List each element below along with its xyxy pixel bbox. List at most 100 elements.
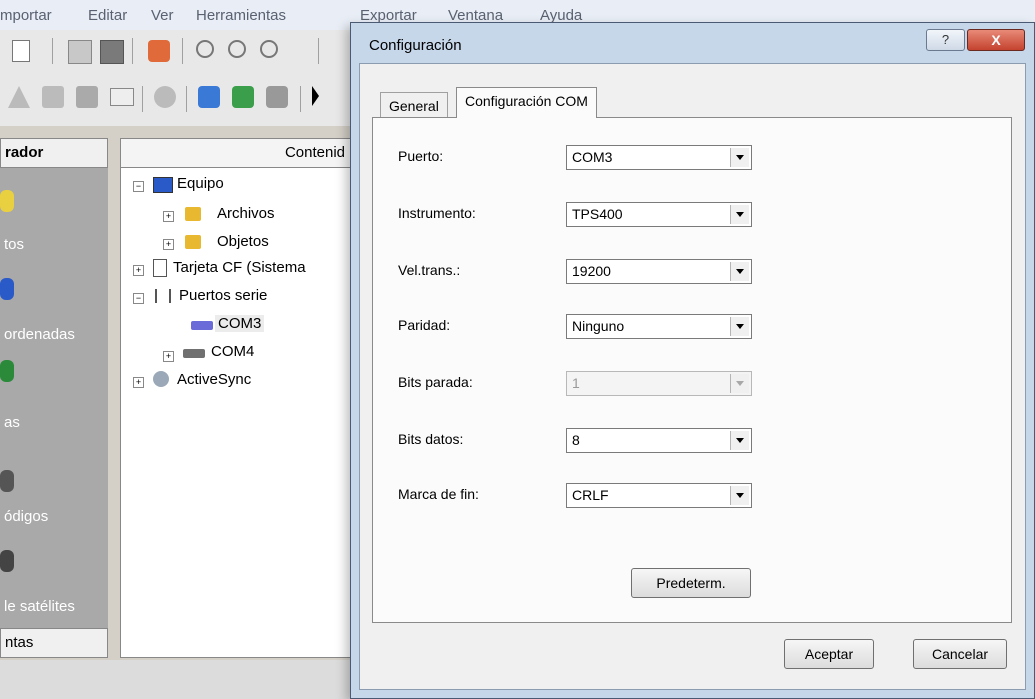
chevron-down-icon[interactable]	[730, 431, 749, 450]
parity-select[interactable]: Ninguno	[566, 314, 752, 339]
chevron-down-icon	[730, 374, 749, 393]
copy-icon[interactable]	[68, 40, 92, 64]
navigator-item[interactable]: ódigos	[4, 508, 48, 525]
pointer-icon[interactable]	[312, 86, 319, 106]
zoom-out-icon[interactable]	[228, 40, 246, 58]
card-icon	[153, 259, 167, 277]
chevron-down-icon[interactable]	[730, 205, 749, 224]
content-header-label: Contenid	[284, 144, 345, 161]
toolbar-separator	[142, 86, 143, 112]
navigator-item[interactable]: le satélites	[4, 598, 75, 615]
expand-toggle[interactable]: +	[163, 211, 174, 222]
tab-general[interactable]: General	[380, 92, 448, 118]
baud-rate-value: 19200	[572, 263, 611, 279]
navigator-icon[interactable]	[0, 190, 14, 212]
dialog-title: Configuración	[369, 37, 462, 54]
tool-icon[interactable]	[148, 40, 170, 62]
menu-herramientas[interactable]: Herramientas	[196, 7, 286, 24]
transfer-icon[interactable]	[198, 86, 220, 108]
navigator-footer-button[interactable]: ntas	[0, 628, 108, 658]
toolbar-separator	[300, 86, 301, 112]
instrument-value: TPS400	[572, 206, 623, 222]
folder-icon	[185, 207, 201, 221]
chevron-down-icon[interactable]	[730, 486, 749, 505]
toolbar-separator	[318, 38, 319, 64]
navigator-icon[interactable]	[0, 360, 14, 382]
zoom-fit-icon[interactable]	[260, 40, 278, 58]
satellite-icon[interactable]	[0, 550, 14, 572]
stop-bits-value: 1	[572, 375, 580, 391]
port-label: Puerto:	[398, 148, 444, 164]
tree-node-com4[interactable]: COM4	[211, 343, 254, 360]
tree-node-tarjeta[interactable]: Tarjeta CF (Sistema	[173, 259, 306, 276]
navigator-footer-label: ntas	[5, 634, 34, 651]
chevron-down-icon[interactable]	[730, 262, 749, 281]
tab-configuracion-com[interactable]: Configuración COM	[456, 87, 597, 118]
close-button[interactable]: X	[967, 29, 1025, 51]
navigator-item[interactable]: ordenadas	[4, 326, 75, 343]
paste-icon[interactable]	[100, 40, 124, 64]
balance-icon[interactable]	[154, 86, 176, 108]
end-mark-value: CRLF	[572, 487, 609, 503]
tree-node-equipo[interactable]: Equipo	[177, 175, 224, 192]
baud-rate-label: Vel.trans.:	[398, 262, 461, 278]
tree-node-archivos[interactable]: Archivos	[217, 205, 275, 222]
data-bits-label: Bits datos:	[398, 431, 464, 447]
tree-node-objetos[interactable]: Objetos	[217, 233, 269, 250]
tree-node-activesync[interactable]: ActiveSync	[177, 371, 251, 388]
navigator-item[interactable]: tos	[4, 236, 24, 253]
default-button[interactable]: Predeterm.	[631, 568, 751, 598]
stop-bits-label: Bits parada:	[398, 374, 473, 390]
object-tool-icon[interactable]	[76, 86, 98, 108]
data-bits-select[interactable]: 8	[566, 428, 752, 453]
expand-toggle[interactable]: +	[163, 351, 174, 362]
configuration-dialog: Configuración ? X General Configuración …	[350, 22, 1035, 699]
data-bits-value: 8	[572, 432, 580, 448]
toolbar-separator	[182, 38, 183, 64]
sync-icon	[153, 371, 169, 387]
menu-importar[interactable]: mportar	[0, 7, 52, 24]
export-icon[interactable]	[266, 86, 288, 108]
expand-toggle[interactable]: +	[133, 265, 144, 276]
import-icon[interactable]	[232, 86, 254, 108]
port-icon	[183, 349, 205, 358]
end-mark-label: Marca de fin:	[398, 486, 479, 502]
end-mark-select[interactable]: CRLF	[566, 483, 752, 508]
tree-node-puertos-serie[interactable]: Puertos serie	[179, 287, 267, 304]
parity-value: Ninguno	[572, 318, 625, 334]
stop-bits-select: 1	[566, 371, 752, 396]
collapse-toggle[interactable]: −	[133, 293, 144, 304]
zoom-in-icon[interactable]	[196, 40, 214, 58]
dialog-client-area: General Configuración COM Puerto: COM3 I…	[359, 63, 1026, 690]
navigator-header: rador	[0, 138, 108, 168]
triangle-tool-icon[interactable]	[8, 86, 30, 108]
navigator-icon[interactable]	[0, 470, 14, 492]
folder-icon	[185, 235, 201, 249]
shape-tool-icon[interactable]	[42, 86, 64, 108]
cancel-button[interactable]: Cancelar	[913, 639, 1007, 669]
toolbar-separator	[132, 38, 133, 64]
expand-toggle[interactable]: +	[163, 239, 174, 250]
chevron-down-icon[interactable]	[730, 148, 749, 167]
status-bar	[0, 660, 360, 699]
computer-icon	[153, 177, 173, 193]
field-tool-icon[interactable]	[110, 88, 134, 106]
navigator-item[interactable]: as	[4, 414, 20, 431]
com-settings-panel: Puerto: COM3 Instrumento: TPS400 Vel.tra…	[372, 117, 1012, 623]
instrument-select[interactable]: TPS400	[566, 202, 752, 227]
expand-toggle[interactable]: +	[133, 377, 144, 388]
navigator-header-label: rador	[5, 144, 44, 161]
tree-node-com3[interactable]: COM3	[215, 315, 265, 332]
baud-rate-select[interactable]: 19200	[566, 259, 752, 284]
globe-icon[interactable]	[0, 278, 14, 300]
print-preview-icon[interactable]	[12, 40, 30, 62]
chevron-down-icon[interactable]	[730, 317, 749, 336]
port-value: COM3	[572, 149, 613, 165]
ok-button[interactable]: Aceptar	[784, 639, 874, 669]
navigator-panel: tos ordenadas as ódigos le satélites	[0, 138, 108, 658]
menu-editar[interactable]: Editar	[88, 7, 127, 24]
menu-ver[interactable]: Ver	[151, 7, 174, 24]
help-button[interactable]: ?	[926, 29, 965, 51]
port-select[interactable]: COM3	[566, 145, 752, 170]
collapse-toggle[interactable]: −	[133, 181, 144, 192]
